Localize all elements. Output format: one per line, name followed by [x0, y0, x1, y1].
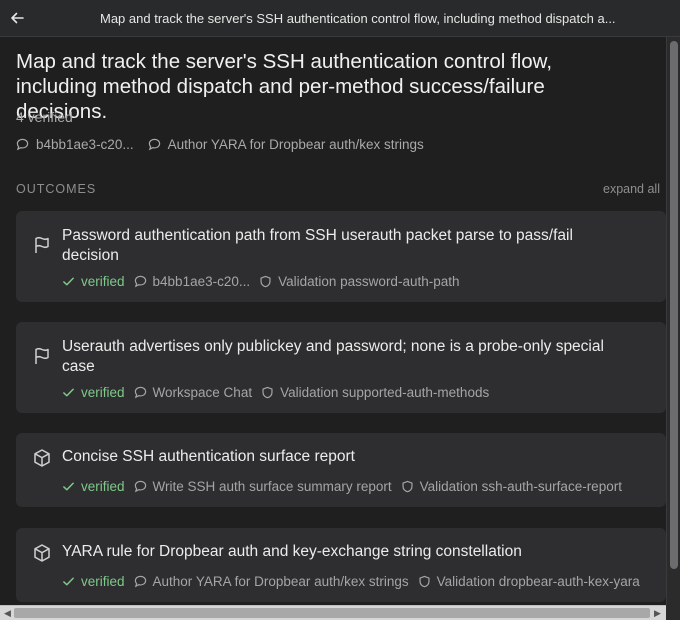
- outcomes-heading: OUTCOMES: [16, 182, 97, 196]
- outcome-meta: verified Author YARA for Dropbear auth/k…: [62, 574, 649, 589]
- outcome-card[interactable]: Password authentication path from SSH us…: [16, 211, 666, 302]
- outcome-meta: verified b4bb1ae3-c20... Validation pass…: [62, 274, 469, 289]
- flag-icon: [35, 236, 49, 253]
- arrow-left-icon: [11, 12, 24, 24]
- outcome-card[interactable]: YARA rule for Dropbear auth and key-exch…: [16, 528, 666, 602]
- main-content: Map and track the server's SSH authentic…: [0, 37, 666, 605]
- chat-label: b4bb1ae3-c20...: [152, 274, 251, 289]
- scroll-right-arrow-icon[interactable]: ▶: [651, 607, 664, 620]
- chat-bubble-icon: [148, 138, 160, 151]
- meta-chat-label: Author YARA for Dropbear auth/kex string…: [167, 137, 424, 152]
- cube-icon: [34, 544, 50, 562]
- meta-chat-link[interactable]: Author YARA for Dropbear auth/kex string…: [148, 137, 424, 152]
- verified-label: verified: [81, 479, 125, 494]
- check-icon: [63, 388, 74, 397]
- validation-label: Validation password-auth-path: [278, 274, 460, 289]
- outcome-title: Userauth advertises only publickey and p…: [62, 338, 604, 375]
- validation-label: Validation ssh-auth-surface-report: [419, 479, 622, 494]
- horizontal-scrollbar[interactable]: ◀ ▶: [0, 605, 666, 620]
- outcome-card[interactable]: Concise SSH authentication surface repor…: [16, 433, 666, 507]
- meta-chat-label: b4bb1ae3-c20...: [36, 137, 134, 152]
- scroll-left-arrow-icon[interactable]: ◀: [1, 607, 14, 620]
- chat-label: Write SSH auth surface summary report: [152, 479, 392, 494]
- meta-chat-link[interactable]: b4bb1ae3-c20...: [16, 137, 134, 152]
- task-meta: b4bb1ae3-c20... Author YARA for Dropbear…: [16, 137, 438, 152]
- vertical-scrollbar[interactable]: [666, 37, 680, 605]
- shield-icon: [402, 480, 413, 493]
- chat-bubble-icon: [16, 138, 29, 151]
- check-icon: [63, 482, 74, 491]
- validation-link[interactable]: Validation supported-auth-methods: [261, 385, 489, 400]
- chat-link[interactable]: Workspace Chat: [134, 385, 253, 400]
- validation-link[interactable]: Validation password-auth-path: [259, 274, 460, 289]
- flag-icon: [35, 347, 49, 364]
- shield-icon: [262, 386, 273, 399]
- chat-link[interactable]: b4bb1ae3-c20...: [134, 274, 251, 289]
- validation-link[interactable]: Validation ssh-auth-surface-report: [401, 479, 622, 494]
- verified-badge: verified: [62, 479, 125, 494]
- verified-badge: verified: [62, 385, 125, 400]
- validation-label: Validation dropbear-auth-kex-yara: [436, 574, 640, 589]
- verified-label: verified: [81, 385, 125, 400]
- top-bar: Map and track the server's SSH authentic…: [0, 0, 680, 37]
- shield-icon: [419, 575, 430, 588]
- vertical-scroll-thumb[interactable]: [670, 41, 678, 569]
- outcome-title: Password authentication path from SSH us…: [62, 227, 573, 264]
- cube-icon: [34, 449, 50, 467]
- header-title: Map and track the server's SSH authentic…: [100, 10, 616, 26]
- chat-bubble-icon: [134, 386, 146, 399]
- validation-label: Validation supported-auth-methods: [280, 385, 490, 400]
- outcome-card[interactable]: Userauth advertises only publickey and p…: [16, 322, 666, 413]
- check-icon: [63, 277, 74, 286]
- verified-badge: verified: [62, 274, 125, 289]
- horizontal-scroll-thumb[interactable]: [14, 608, 650, 618]
- validation-link[interactable]: Validation dropbear-auth-kex-yara: [418, 574, 640, 589]
- check-icon: [63, 577, 74, 586]
- verified-count: 4 verified: [16, 109, 73, 125]
- chat-bubble-icon: [134, 480, 146, 493]
- chat-link[interactable]: Author YARA for Dropbear auth/kex string…: [134, 574, 409, 589]
- verified-badge: verified: [62, 574, 125, 589]
- chat-bubble-icon: [134, 275, 146, 288]
- outcome-meta: verified Workspace Chat Validation suppo…: [62, 385, 498, 400]
- chat-label: Workspace Chat: [152, 385, 253, 400]
- back-button[interactable]: [0, 0, 34, 37]
- verified-label: verified: [81, 274, 125, 289]
- outcome-title: YARA rule for Dropbear auth and key-exch…: [62, 543, 522, 560]
- outcome-meta: verified Write SSH auth surface summary …: [62, 479, 631, 494]
- outcome-title: Concise SSH authentication surface repor…: [62, 448, 355, 465]
- shield-icon: [260, 275, 271, 288]
- page-title: Map and track the server's SSH authentic…: [16, 50, 553, 123]
- chat-bubble-icon: [134, 575, 146, 588]
- expand-all-button[interactable]: expand all: [603, 182, 660, 196]
- scrollbar-corner: [666, 605, 680, 620]
- chat-label: Author YARA for Dropbear auth/kex string…: [152, 574, 409, 589]
- chat-link[interactable]: Write SSH auth surface summary report: [134, 479, 392, 494]
- verified-label: verified: [81, 574, 125, 589]
